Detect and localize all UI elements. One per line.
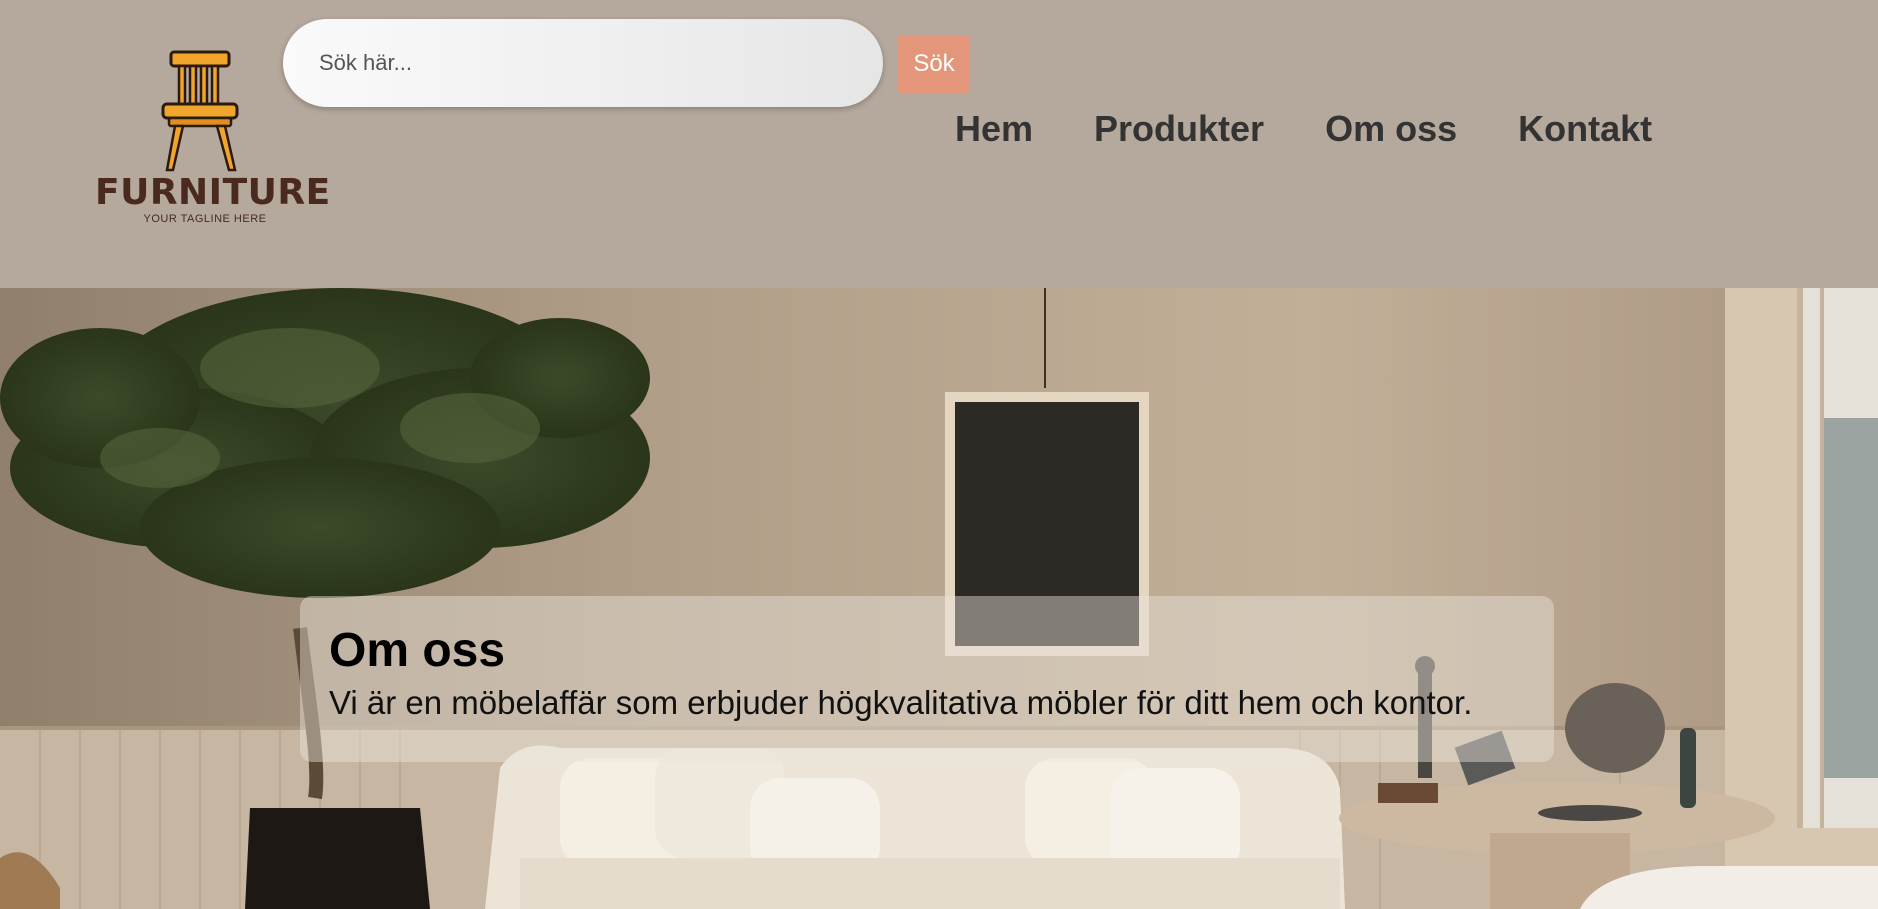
main-nav: Hem Produkter Om oss Kontakt bbox=[955, 104, 1713, 154]
search-button[interactable]: Sök bbox=[898, 35, 970, 93]
site-header: FURNITURE YOUR TAGLINE HERE Sök Hem Prod… bbox=[0, 0, 1878, 288]
nav-item-kontakt[interactable]: Kontakt bbox=[1518, 104, 1652, 154]
brand-logo[interactable]: FURNITURE YOUR TAGLINE HERE bbox=[95, 48, 331, 228]
brand-name: FURNITURE bbox=[95, 172, 331, 213]
brand-tagline: YOUR TAGLINE HERE bbox=[143, 213, 267, 225]
about-title: Om oss bbox=[329, 624, 506, 677]
nav-item-hem[interactable]: Hem bbox=[955, 104, 1033, 154]
nav-item-produkter[interactable]: Produkter bbox=[1094, 104, 1264, 154]
about-panel: Om oss Vi är en möbelaffär som erbjuder … bbox=[300, 596, 1554, 762]
page: FURNITURE YOUR TAGLINE HERE Sök Hem Prod… bbox=[0, 0, 1878, 909]
nav-item-om-oss[interactable]: Om oss bbox=[1325, 104, 1457, 154]
search-input[interactable] bbox=[283, 19, 883, 107]
about-text: Vi är en möbelaffär som erbjuder högkval… bbox=[329, 684, 1473, 721]
chair-icon bbox=[161, 50, 239, 172]
